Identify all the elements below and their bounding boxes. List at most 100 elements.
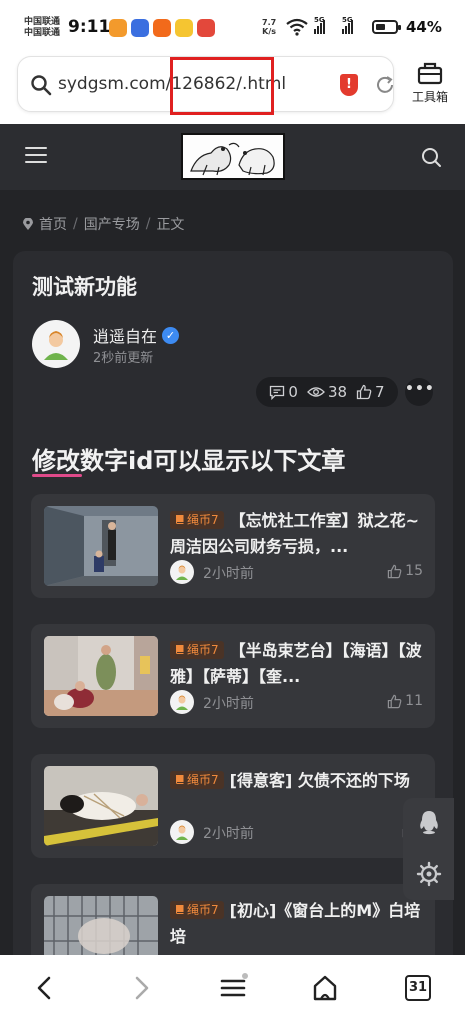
signal-icon: 5G	[342, 16, 353, 34]
floating-side-bar	[403, 798, 454, 900]
signal-type-2: 5G	[342, 16, 353, 24]
app-notification-icon	[109, 19, 127, 37]
article-title[interactable]: 绳币7 【半岛束艺台】【海语】【波雅】【萨蒂】【奎...	[170, 638, 423, 690]
thumbs-up-icon	[356, 384, 372, 400]
verified-icon: ✓	[162, 326, 180, 344]
reload-icon[interactable]	[374, 74, 396, 96]
article-title[interactable]: 绳币7 [得意客] 欠债不还的下场	[170, 768, 423, 820]
price-tag-label: 绳币7	[187, 643, 219, 657]
like-stat[interactable]: 7	[356, 383, 385, 401]
toolbox-icon	[417, 62, 443, 85]
avatar[interactable]	[170, 560, 194, 584]
breadcrumb-home[interactable]: 首页	[39, 214, 67, 234]
breadcrumb-separator: /	[73, 216, 78, 232]
author-name[interactable]: 逍遥自在	[93, 323, 157, 347]
shield-icon[interactable]: !	[340, 74, 358, 96]
status-time: 9:11	[68, 17, 111, 37]
comment-icon	[270, 385, 285, 400]
menu-icon[interactable]	[218, 973, 248, 1003]
list-item[interactable]: 绳币7 【忘忧社工作室】狱之花~周洁因公司财务亏损，... 2小时前 15	[31, 494, 435, 598]
hamburger-menu-icon[interactable]	[25, 147, 47, 165]
price-tag-label: 绳币7	[187, 773, 219, 787]
location-pin-icon	[23, 217, 33, 230]
list-item[interactable]: 绳币7 【半岛束艺台】【海语】【波雅】【萨蒂】【奎... 2小时前 11	[31, 624, 435, 728]
list-item[interactable]: 绳币7 [得意客] 欠债不还的下场 2小时前	[31, 754, 435, 858]
article-title-text: [得意客] 欠债不还的下场	[229, 771, 410, 790]
book-icon	[176, 515, 184, 524]
home-icon[interactable]	[310, 973, 340, 1003]
article-like-count: 15	[405, 563, 423, 579]
book-icon	[176, 645, 184, 654]
avatar-illustration	[44, 331, 68, 360]
article-likes[interactable]: 15	[387, 563, 423, 579]
author-line: 逍遥自在 ✓	[93, 323, 180, 347]
carrier-2: 中国联通	[24, 28, 61, 38]
qq-penguin-icon[interactable]	[415, 808, 443, 836]
status-bar: 中国联通 中国联通 9:11 7.7 K/s 5G 5G 44%	[0, 0, 465, 56]
net-speed-unit: K/s	[262, 27, 277, 36]
article-body: 绳币7 【半岛束艺台】【海语】【波雅】【萨蒂】【奎...	[170, 638, 423, 690]
article-likes[interactable]: 11	[387, 693, 423, 709]
app-notification-icon	[131, 19, 149, 37]
avatar-illustration	[176, 695, 188, 710]
avatar[interactable]	[32, 320, 80, 368]
site-header	[0, 124, 465, 190]
signal-icon: 5G	[314, 16, 325, 34]
view-count: 38	[327, 383, 348, 401]
article-title[interactable]: 绳币7 [初心]《窗台上的M》白培培	[170, 898, 423, 950]
article-body: 绳币7 [得意客] 欠债不还的下场	[170, 768, 423, 820]
eye-icon	[307, 387, 325, 397]
avatar-illustration	[176, 565, 188, 580]
thumbs-up-icon	[387, 564, 402, 578]
book-icon	[176, 905, 184, 914]
wifi-icon	[286, 18, 308, 36]
taobao-notification-icon	[153, 19, 171, 37]
article-thumbnail[interactable]	[44, 506, 158, 586]
net-speed-value: 7.7	[262, 18, 277, 27]
article-time: 2小时前	[203, 826, 254, 842]
price-tag: 绳币7	[170, 511, 224, 529]
thumbs-up-icon	[387, 694, 402, 708]
more-dots-icon[interactable]: •••	[405, 378, 434, 406]
price-tag: 绳币7	[170, 641, 224, 659]
breadcrumb-current: 正文	[156, 217, 185, 233]
avatar[interactable]	[170, 820, 194, 844]
breadcrumb-category[interactable]: 国产专场	[84, 214, 140, 234]
back-arrow-icon[interactable]	[30, 973, 60, 1003]
thumbnail-image	[44, 766, 158, 846]
article-meta: 2小时前 11	[170, 690, 423, 714]
breadcrumb-separator: /	[145, 216, 151, 232]
browser-bottom-nav: 31	[0, 955, 465, 1024]
logo-illustration	[183, 135, 283, 178]
article-like-count: 11	[405, 693, 423, 709]
price-tag-label: 绳币7	[187, 513, 219, 527]
app-notification-icon	[175, 19, 193, 37]
carrier-names: 中国联通 中国联通	[24, 17, 60, 39]
tabs-button[interactable]: 31	[405, 975, 431, 1001]
post-stats: 0 38 7	[256, 377, 398, 407]
address-bar[interactable]: sydgsm.com/126862/.html !	[17, 56, 396, 115]
forward-arrow-icon[interactable]	[126, 973, 156, 1003]
post-card: 测试新功能 逍遥自在 ✓ 2秒前更新 0 38 7 ••• 修改数字id可以显示…	[13, 251, 453, 988]
article-title[interactable]: 绳币7 【忘忧社工作室】狱之花~周洁因公司财务亏损，...	[170, 508, 423, 560]
site-logo[interactable]	[181, 133, 285, 180]
article-time: 2小时前	[203, 696, 254, 712]
article-thumbnail[interactable]	[44, 766, 158, 846]
search-icon	[31, 75, 52, 96]
battery-icon	[372, 20, 401, 34]
avatar[interactable]	[170, 690, 194, 714]
comment-stat[interactable]: 0	[269, 383, 298, 401]
article-body: 绳币7 【忘忧社工作室】狱之花~周洁因公司财务亏损，...	[170, 508, 423, 560]
like-count: 7	[375, 383, 385, 401]
weibo-notification-icon	[197, 19, 215, 37]
article-meta: 2小时前 15	[170, 560, 423, 584]
url-highlight-box	[170, 57, 274, 115]
article-thumbnail[interactable]	[44, 636, 158, 716]
article-meta: 2小时前	[170, 820, 423, 844]
toolbox-button[interactable]: 工具箱	[406, 61, 454, 111]
book-icon	[176, 775, 184, 784]
settings-gear-icon[interactable]	[415, 860, 443, 888]
search-icon[interactable]	[420, 146, 442, 168]
browser-toolbar: sydgsm.com/126862/.html ! 工具箱	[0, 56, 465, 124]
avatar-illustration	[176, 825, 188, 840]
